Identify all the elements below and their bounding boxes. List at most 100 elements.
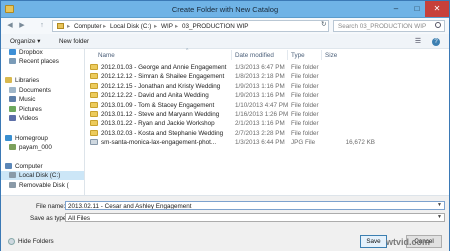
nav-item-local-disk[interactable]: Local Disk (C:): [1, 171, 84, 180]
navigation-pane: Dropbox Recent places Libraries Document…: [1, 49, 85, 195]
nav-item-videos[interactable]: Videos: [1, 114, 84, 123]
file-type: File folder: [291, 120, 319, 128]
file-name: 2012.01.03 - George and Annie Engagement: [101, 64, 227, 71]
hide-folders-button[interactable]: Hide Folders: [8, 238, 54, 245]
nav-item-homegroup[interactable]: Homegroup: [1, 134, 84, 143]
hide-folders-label: Hide Folders: [18, 238, 54, 245]
file-list: Name ^ Date modified Type Size 2012.01.0…: [86, 48, 449, 195]
music-icon: [9, 96, 16, 102]
view-icon[interactable]: ☰: [413, 37, 423, 46]
folder-icon: [57, 23, 64, 29]
file-name-field[interactable]: 2013.02.11 - Cesar and Ashley Engagement…: [65, 201, 445, 210]
nav-item-label: Removable Disk (: [19, 182, 69, 189]
help-icon[interactable]: ?: [432, 38, 440, 46]
up-arrow-icon[interactable]: ↑: [37, 21, 47, 31]
computer-icon: [5, 163, 12, 169]
column-header-date[interactable]: Date modified: [235, 52, 274, 59]
nav-item-label: Documents: [19, 87, 51, 94]
title-bar: Create Folder with New Catalog – □ ✕: [1, 1, 449, 18]
nav-item-libraries[interactable]: Libraries: [1, 76, 84, 85]
nav-item-label: Music: [19, 96, 36, 103]
nav-item-music[interactable]: Music: [1, 95, 84, 104]
file-name: 2012.12.12 - Simran & Shailee Engagement: [101, 73, 225, 81]
file-date: 1/3/2013 6:44 PM: [235, 139, 285, 147]
refresh-icon[interactable]: ↻: [321, 20, 326, 28]
file-name: 2013.01.22 - Ryan and Jackie Workshop: [101, 120, 215, 128]
image-file-icon: [90, 139, 98, 146]
nav-item-recent-places[interactable]: Recent places: [1, 57, 84, 66]
disk-icon: [9, 172, 16, 178]
search-icon: [435, 22, 441, 28]
nav-item-documents[interactable]: Documents: [1, 86, 84, 95]
file-type: File folder: [291, 92, 319, 100]
breadcrumb-local-disk[interactable]: Local Disk (C:): [110, 23, 151, 30]
organize-menu[interactable]: Organize ▾: [10, 38, 40, 45]
file-row[interactable]: 2012.01.03 - George and Annie Engagement…: [86, 63, 449, 72]
folder-icon: [90, 82, 98, 89]
file-name: 2012.12.15 - Jonathan and Kristy Wedding: [101, 82, 221, 90]
minimize-button[interactable]: –: [385, 1, 407, 17]
save-button[interactable]: Save: [360, 235, 387, 248]
nav-item-computer[interactable]: Computer: [1, 162, 84, 171]
nav-item-payam[interactable]: payam_000: [1, 143, 84, 152]
file-date: 2/7/2013 2:28 PM: [235, 129, 285, 137]
chevron-right-icon: ▸: [103, 23, 107, 30]
column-divider[interactable]: [231, 50, 232, 60]
column-divider[interactable]: [321, 50, 322, 60]
window-title: Create Folder with New Catalog: [171, 5, 279, 14]
file-type: File folder: [291, 129, 319, 137]
nav-item-pictures[interactable]: Pictures: [1, 105, 84, 114]
file-name: 2013.01.12 - Steve and Maryann Wedding: [101, 111, 220, 118]
breadcrumb-computer[interactable]: Computer: [74, 23, 102, 30]
file-type: File folder: [291, 64, 319, 71]
nav-item-removable-disk[interactable]: Removable Disk (: [1, 181, 84, 190]
nav-item-label: Pictures: [19, 106, 42, 113]
user-icon: [9, 144, 16, 150]
nav-item-label: payam_000: [19, 144, 52, 151]
file-date: 2/1/2013 1:16 PM: [235, 120, 285, 128]
save-form: File name: 2013.02.11 - Cesar and Ashley…: [1, 195, 449, 251]
save-as-type-select[interactable]: All Files ▼: [65, 213, 445, 222]
documents-icon: [9, 87, 16, 93]
file-row[interactable]: 2013.01.22 - Ryan and Jackie Workshop 2/1…: [86, 119, 449, 128]
dropbox-icon: [9, 49, 16, 55]
file-row[interactable]: 2013.01.09 - Tom & Stacey Engagement 1/10…: [86, 101, 449, 110]
close-button[interactable]: ✕: [425, 1, 449, 17]
chevron-down-icon[interactable]: ▼: [437, 202, 442, 208]
file-row[interactable]: 2012.12.15 - Jonathan and Kristy Wedding…: [86, 82, 449, 91]
file-type: JPG File: [291, 139, 316, 147]
file-row[interactable]: sm-santa-monica-lax-engagement-phot... 1/…: [86, 138, 449, 147]
column-header-name[interactable]: Name: [98, 52, 115, 59]
column-header-size[interactable]: Size: [325, 52, 337, 59]
chevron-down-icon[interactable]: ▼: [437, 214, 442, 220]
folder-icon: [90, 92, 98, 99]
file-date: 1/8/2013 2:18 PM: [235, 73, 285, 81]
new-folder-button[interactable]: New folder: [59, 38, 89, 45]
column-header-type[interactable]: Type: [291, 52, 305, 59]
search-input[interactable]: Search 03_PRODUCTION WIP: [333, 20, 445, 32]
file-date: 1/3/2013 6:47 PM: [235, 64, 285, 71]
removable-disk-icon: [9, 182, 16, 188]
file-name-label: File name:: [36, 203, 66, 210]
nav-item-label: Libraries: [15, 77, 40, 84]
file-row[interactable]: 2013.02.03 - Kosta and Stephanie Wedding…: [86, 129, 449, 138]
folder-icon: [90, 111, 98, 117]
file-type: File folder: [291, 101, 319, 109]
file-type: File folder: [291, 111, 319, 118]
file-row[interactable]: 2012.12.22 - David and Anita Wedding 1/9/…: [86, 91, 449, 100]
nav-item-dropbox[interactable]: Dropbox: [1, 49, 84, 57]
breadcrumb-production-wip[interactable]: 03_PRODUCTION WIP: [182, 23, 248, 30]
nav-item-label: Videos: [19, 115, 39, 122]
videos-icon: [9, 115, 16, 121]
back-arrow-icon[interactable]: ◀: [5, 21, 15, 31]
file-row[interactable]: 2013.01.12 - Steve and Maryann Wedding 1/…: [86, 110, 449, 119]
breadcrumb[interactable]: ▸ Computer ▸ Local Disk (C:) ▸ WIP ▸ 03_…: [52, 20, 329, 32]
breadcrumb-wip[interactable]: WIP: [161, 23, 173, 30]
folder-icon: [90, 73, 98, 80]
forward-arrow-icon[interactable]: ▶: [17, 21, 27, 31]
address-row: ◀ ▶ ↑ ▸ Computer ▸ Local Disk (C:) ▸ WIP…: [1, 18, 449, 34]
chevron-up-icon: [8, 238, 15, 245]
column-divider[interactable]: [287, 50, 288, 60]
search-placeholder: Search 03_PRODUCTION WIP: [338, 23, 427, 30]
file-row[interactable]: 2012.12.12 - Simran & Shailee Engagement…: [86, 72, 449, 81]
